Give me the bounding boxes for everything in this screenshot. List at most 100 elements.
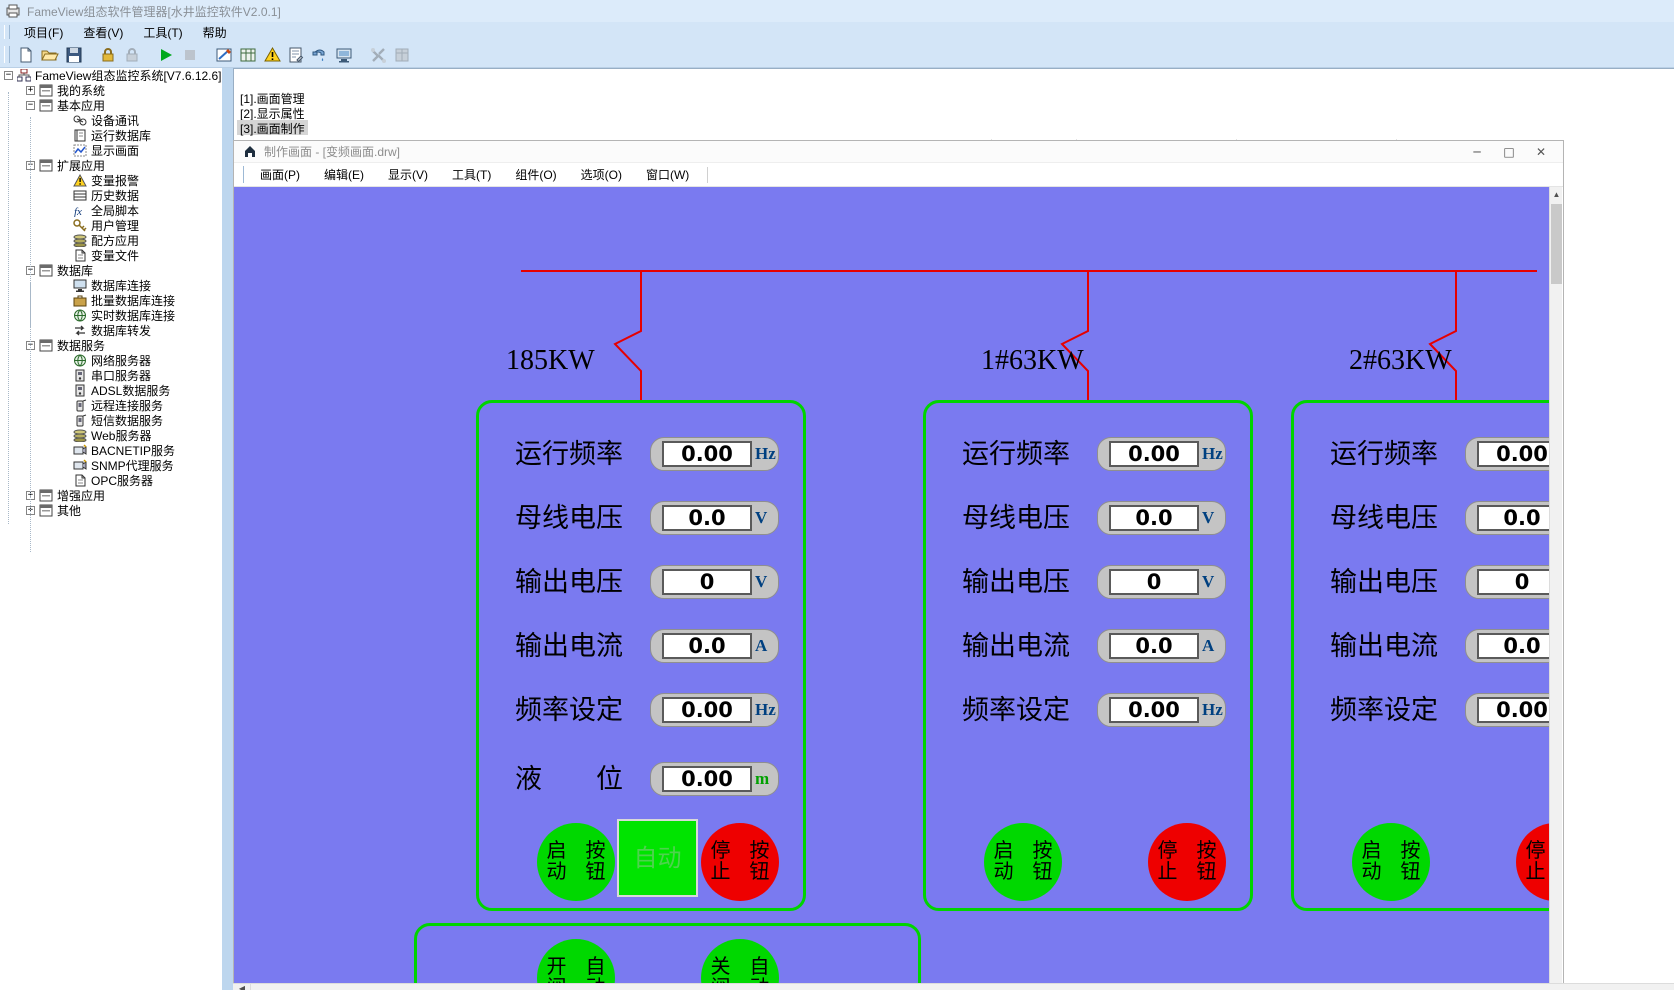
field-label: 频率设定 [962,693,1070,727]
tree-item-29[interactable]: +其他 [0,503,222,518]
vertical-scrollbar[interactable]: ▲ [1549,187,1562,984]
editor-menu-item-0[interactable]: 画面(P) [248,163,312,186]
auto-button[interactable]: 自动 [617,819,698,897]
tree-item-22[interactable]: 远程连接服务 [0,398,222,413]
tree-item-1[interactable]: +我的系统 [0,83,222,98]
unit-label: V [755,572,767,592]
phone-icon [73,414,87,427]
collapse-icon[interactable]: − [4,71,13,80]
report-icon[interactable] [284,44,308,66]
start-button[interactable]: 启动按钮 [984,823,1062,901]
stop-button[interactable]: 停止按钮 [701,823,779,901]
tree-item-5[interactable]: 显示画面 [0,143,222,158]
tree-item-15[interactable]: 批量数据库连接 [0,293,222,308]
main-menubar: 项目(F)查看(V)工具(T)帮助 [0,22,1674,42]
open-icon[interactable] [38,44,62,66]
tree-item-0[interactable]: −FameView组态监控系统[V7.6.12.6] [0,68,222,83]
editor-menu-item-6[interactable]: 窗口(W) [634,163,701,186]
stack-icon [73,234,87,247]
stop-button[interactable]: 停止按钮 [1516,823,1549,901]
tree-item-23[interactable]: 短信数据服务 [0,413,222,428]
window-icon [39,159,53,172]
view-list-item-2[interactable]: [3].画面制作 [237,120,308,135]
save-icon[interactable] [62,44,86,66]
tree-item-17[interactable]: 数据库转发 [0,323,222,338]
close-button[interactable]: ✕ [1525,141,1557,163]
editor-menu-item-4[interactable]: 组件(O) [503,163,568,186]
tree-item-27[interactable]: OPC服务器 [0,473,222,488]
start-button[interactable]: 启动按钮 [537,823,615,901]
collapse-icon[interactable]: − [26,101,35,110]
tree-item-7[interactable]: 变量报警 [0,173,222,188]
drawing-canvas[interactable]: 185KW运行频率0.00Hz母线电压0.0V输出电压0V输出电流0.0A频率设… [234,187,1549,984]
valve-open-button[interactable]: 开阀自动 [537,939,615,984]
window-icon [39,84,53,97]
device-icon[interactable] [308,44,332,66]
lock-icon[interactable] [96,44,120,66]
value-display: 0 [1109,569,1199,595]
tree-item-12[interactable]: 变量文件 [0,248,222,263]
editor-menu-item-1[interactable]: 编辑(E) [312,163,376,186]
value-pill: 0.0V [1465,501,1549,535]
stop-button[interactable]: 停止按钮 [1148,823,1226,901]
database-icon[interactable] [236,44,260,66]
tree-item-20[interactable]: 串口服务器 [0,368,222,383]
unit-label: V [1202,508,1214,528]
tree-item-28[interactable]: +增强应用 [0,488,222,503]
expand-icon[interactable]: + [26,86,35,95]
screen-edit-icon[interactable] [212,44,236,66]
start-button[interactable]: 启动按钮 [1352,823,1430,901]
menu-item-1[interactable]: 查看(V) [73,22,133,43]
value-display: 0.0 [1109,633,1199,659]
server-icon[interactable] [332,44,356,66]
tree-item-21[interactable]: ADSL数据服务 [0,383,222,398]
horizontal-scrollbar[interactable]: ◀ [233,983,1674,990]
view-list-item-1[interactable]: [2].显示属性 [237,105,308,120]
tree-item-14[interactable]: 数据库连接 [0,278,222,293]
tree-item-19[interactable]: 网络服务器 [0,353,222,368]
editor-menu-item-3[interactable]: 工具(T) [440,163,503,186]
field-label: 输出电压 [1330,565,1438,599]
menu-item-2[interactable]: 工具(T) [133,22,192,43]
tree-item-6[interactable]: −扩展应用 [0,158,222,173]
tree-item-26[interactable]: SNMP代理服务 [0,458,222,473]
editor-menu-item-5[interactable]: 选项(O) [569,163,634,186]
scroll-left-icon[interactable]: ◀ [234,984,251,990]
value-pill: 0.00Hz [650,693,779,727]
tree-item-9[interactable]: fx全局脚本 [0,203,222,218]
view-list-item-0[interactable]: [1].画面管理 [237,90,308,105]
minimize-button[interactable]: ─ [1461,141,1493,163]
tree-item-10[interactable]: 用户管理 [0,218,222,233]
tree-item-16[interactable]: 实时数据库连接 [0,308,222,323]
tree-item-25[interactable]: BACNETIP服务 [0,443,222,458]
editor-menu-item-2[interactable]: 显示(V) [376,163,440,186]
tree-item-label: 其他 [57,502,81,519]
maximize-button[interactable]: □ [1493,141,1525,163]
tree-item-3[interactable]: 设备通讯 [0,113,222,128]
plug-icon [73,114,87,127]
value-display: 0 [662,569,752,595]
tree-item-24[interactable]: Web服务器 [0,428,222,443]
editor-titlebar: 制作画面 - [变频画面.drw] ─ □ ✕ [234,141,1563,163]
fameview-manager-window: FameView组态软件管理器[水井监控软件V2.0.1] 项目(F)查看(V)… [0,0,1674,990]
vertical-scroll-thumb[interactable] [1551,204,1562,284]
tree-item-18[interactable]: −数据服务 [0,338,222,353]
tree-item-2[interactable]: −基本应用 [0,98,222,113]
field-label: 频率设定 [515,693,623,727]
tree-item-4[interactable]: 运行数据库 [0,128,222,143]
scroll-up-icon[interactable]: ▲ [1550,187,1563,202]
book-icon [73,129,87,142]
tree-item-8[interactable]: 历史数据 [0,188,222,203]
new-icon[interactable] [14,44,38,66]
alarm-icon[interactable] [260,44,284,66]
valve-close-button[interactable]: 关阀自动 [701,939,779,984]
field-label: 母线电压 [515,501,623,535]
tree-item-13[interactable]: −数据库 [0,263,222,278]
sitemap-icon [17,69,31,82]
window-icon [39,264,53,277]
menu-item-3[interactable]: 帮助 [193,22,237,43]
run-icon[interactable] [154,44,178,66]
menu-item-0[interactable]: 项目(F) [14,22,73,43]
fx-icon: fx [73,204,87,217]
tree-item-11[interactable]: 配方应用 [0,233,222,248]
